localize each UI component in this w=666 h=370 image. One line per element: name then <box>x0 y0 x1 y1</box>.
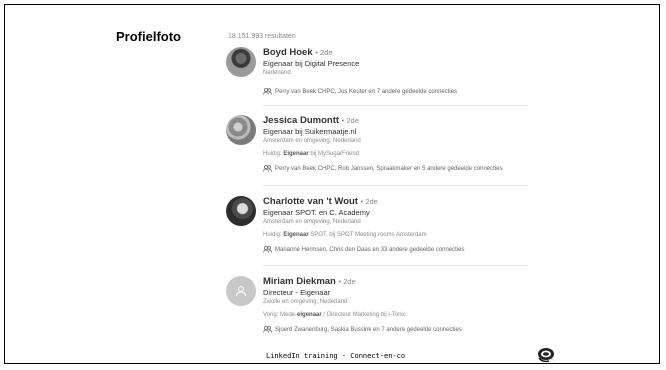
current-position: Huidig: Eigenaar bij MySugarFriend <box>263 151 360 157</box>
user-icon <box>236 286 246 297</box>
profile-photo[interactable] <box>226 115 256 145</box>
shared-connections-text: Sjoerd Zwanenburg, Saskia Bussink en 7 a… <box>275 326 462 333</box>
people-icon <box>263 246 272 253</box>
current-position: Huidig: Eigenaar SPOT. bij SPOT Meeting … <box>263 232 427 238</box>
shared-connections-text: Marianne Hermsen, Chris den Daas en 33 a… <box>275 246 465 253</box>
results-count: 18.151.993 resultaten <box>228 33 296 40</box>
shared-connections[interactable]: Perry van Beek CHPC, Rob Janssen, Spraak… <box>263 165 525 172</box>
result-location: Nederland <box>263 70 291 76</box>
result-name-line: Boyd Hoek • 2de <box>263 47 525 59</box>
result-name[interactable]: Jessica Dumontt <box>263 115 339 126</box>
result-name[interactable]: Boyd Hoek <box>263 47 313 58</box>
result-info: Charlotte van 't Wout • 2de Eigenaar SPO… <box>263 196 525 253</box>
profile-photo[interactable] <box>226 47 256 77</box>
slide-footer: LinkedIn training - Connect-en-co <box>266 352 406 360</box>
result-divider <box>263 105 527 106</box>
result-headline: Directeur - Eigenaar <box>263 288 331 297</box>
result-location: Amsterdam en omgeving, Nederland <box>263 138 361 144</box>
profile-photo-placeholder[interactable] <box>226 276 256 306</box>
result-name-line: Jessica Dumontt • 2de <box>263 115 525 127</box>
speech-bubble-logo-icon <box>538 348 556 363</box>
shared-connections-text: Perry van Beek CHPC, Rob Janssen, Spraak… <box>275 165 503 172</box>
people-icon <box>263 88 272 95</box>
result-name-line: Miriam Diekman • 2de <box>263 276 525 288</box>
result-name[interactable]: Miriam Diekman <box>263 276 336 287</box>
previous-position: Vorig: Mede-eigenaar / Directeur Marketi… <box>263 312 406 318</box>
shared-connections-text: Perry van Beek CHPC, Jos Keuter en 7 and… <box>275 88 458 95</box>
connection-degree: • 2de <box>315 48 333 57</box>
result-headline: Eigenaar bij Suikermaatje.nl <box>263 127 357 136</box>
profile-photo[interactable] <box>226 196 256 226</box>
shared-connections[interactable]: Marianne Hermsen, Chris den Daas en 33 a… <box>263 246 525 253</box>
slide-title: Profielfoto <box>116 29 181 44</box>
shared-connections[interactable]: Sjoerd Zwanenburg, Saskia Bussink en 7 a… <box>263 326 525 333</box>
result-name[interactable]: Charlotte van 't Wout <box>263 196 358 207</box>
result-divider <box>263 185 527 186</box>
result-info: Miriam Diekman • 2de Directeur - Eigenaa… <box>263 276 525 333</box>
connection-degree: • 2de <box>338 277 356 286</box>
result-location: Zwolle en omgeving, Nederland <box>263 299 348 305</box>
shared-connections[interactable]: Perry van Beek CHPC, Jos Keuter en 7 and… <box>263 88 525 95</box>
result-location: Amsterdam en omgeving, Nederland <box>263 219 361 225</box>
result-info: Jessica Dumontt • 2de Eigenaar bij Suike… <box>263 115 525 172</box>
result-headline: Eigenaar bij Digital Presence <box>263 59 360 68</box>
people-icon <box>263 326 272 333</box>
people-icon <box>263 165 272 172</box>
connection-degree: • 2de <box>341 116 359 125</box>
result-divider <box>263 265 527 266</box>
result-name-line: Charlotte van 't Wout • 2de <box>263 196 525 208</box>
result-headline: Eigenaar SPOT. en C. Academy <box>263 208 370 217</box>
result-info: Boyd Hoek • 2de Eigenaar bij Digital Pre… <box>263 47 525 95</box>
connection-degree: • 2de <box>360 197 378 206</box>
